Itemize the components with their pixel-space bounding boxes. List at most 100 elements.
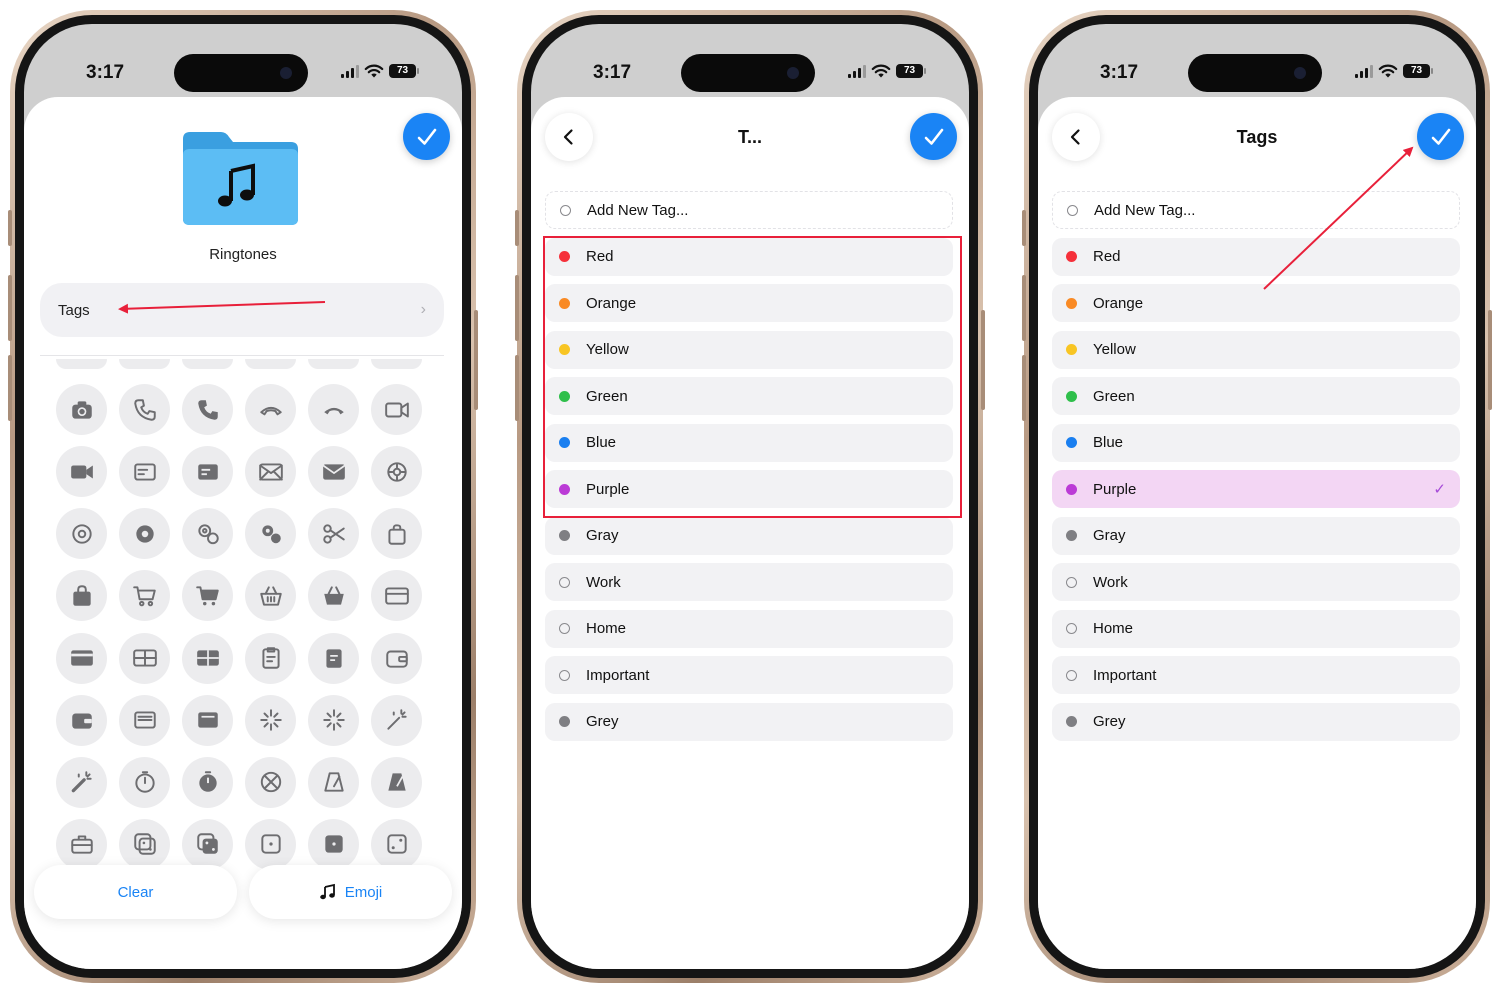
tag-row-important[interactable]: Important	[1052, 656, 1460, 694]
done-button[interactable]	[910, 113, 957, 160]
icon-option[interactable]	[245, 446, 296, 498]
tag-row-work[interactable]: Work	[545, 563, 953, 601]
icon-option[interactable]	[308, 570, 359, 622]
icon-option[interactable]	[182, 446, 233, 498]
clear-button[interactable]: Clear	[34, 865, 237, 919]
icon-option[interactable]	[245, 508, 296, 560]
clear-label: Clear	[117, 883, 154, 901]
music-folder-icon[interactable]	[179, 129, 301, 227]
icon-option[interactable]	[371, 508, 422, 560]
color-dot-icon	[1066, 716, 1077, 727]
tag-row-blue[interactable]: Blue	[1052, 423, 1460, 462]
icon-option[interactable]	[182, 384, 233, 435]
tag-row-red[interactable]: Red	[1052, 237, 1460, 276]
icon-option[interactable]	[182, 632, 233, 684]
done-button[interactable]	[403, 113, 450, 160]
volume-button	[8, 275, 12, 341]
icon-option[interactable]	[119, 818, 170, 870]
wifi-icon	[364, 64, 384, 78]
icon-option[interactable]	[308, 756, 359, 808]
icon-option[interactable]	[56, 694, 107, 746]
menucard-fill-icon	[197, 464, 218, 480]
dynamic-island	[681, 54, 815, 92]
icon-option[interactable]	[308, 694, 359, 746]
tag-row-important[interactable]: Important	[545, 656, 953, 694]
icon-option[interactable]	[308, 632, 359, 684]
tag-row-gray[interactable]: Gray	[1052, 516, 1460, 555]
icon-option[interactable]	[56, 632, 107, 684]
icon-option[interactable]	[119, 694, 170, 746]
icon-option[interactable]	[119, 570, 170, 622]
screen: 3:17 73 Ringtones Tags › Clear Emoji	[24, 24, 462, 969]
icon-option[interactable]	[245, 756, 296, 808]
icon-option[interactable]	[56, 818, 107, 870]
timer-icon	[134, 771, 155, 793]
icon-option[interactable]	[371, 756, 422, 808]
tag-row-grey[interactable]: Grey	[1052, 702, 1460, 741]
tag-row-yellow[interactable]: Yellow	[1052, 330, 1460, 369]
icon-option[interactable]	[119, 384, 170, 435]
tag-row-home[interactable]: Home	[545, 609, 953, 648]
volume-button	[1022, 275, 1026, 341]
tags-row[interactable]: Tags ›	[40, 283, 444, 337]
icon-option[interactable]	[245, 632, 296, 684]
icon-option[interactable]	[308, 818, 359, 870]
status-icons: 73	[341, 64, 419, 78]
icon-option[interactable]	[371, 632, 422, 684]
bag-icon	[387, 524, 406, 545]
sparkle-alt-icon	[322, 709, 345, 731]
icon-option[interactable]	[56, 384, 107, 435]
icon-option[interactable]	[119, 632, 170, 684]
icon-option[interactable]	[245, 818, 296, 870]
emoji-button[interactable]: Emoji	[249, 865, 452, 919]
icon-option[interactable]	[245, 384, 296, 435]
tag-label: Grey	[1093, 713, 1126, 730]
icon-option[interactable]	[371, 384, 422, 435]
tag-row-home[interactable]: Home	[1052, 609, 1460, 648]
gauge-icon	[260, 772, 281, 793]
icon-option[interactable]	[245, 694, 296, 746]
icon-option[interactable]	[371, 446, 422, 498]
tag-row-work[interactable]: Work	[1052, 563, 1460, 601]
icon-option[interactable]	[119, 508, 170, 560]
icon-option[interactable]	[308, 384, 359, 435]
icon-option[interactable]	[308, 446, 359, 498]
icon-option[interactable]	[119, 756, 170, 808]
icon-option[interactable]	[56, 756, 107, 808]
tag-row-gray[interactable]: Gray	[545, 516, 953, 555]
icon-option[interactable]	[371, 818, 422, 870]
add-new-tag-button[interactable]: Add New Tag...	[1052, 191, 1460, 229]
tag-row-grey[interactable]: Grey	[545, 702, 953, 741]
add-new-tag-button[interactable]: Add New Tag...	[545, 191, 953, 229]
icon-option[interactable]	[182, 508, 233, 560]
power-button	[1488, 310, 1492, 410]
tag-row-purple[interactable]: Purple ✓	[1052, 470, 1460, 508]
icon-option[interactable]	[182, 818, 233, 870]
icon-option[interactable]	[371, 570, 422, 622]
folder-name: Ringtones	[209, 246, 277, 263]
icon-option[interactable]	[245, 570, 296, 622]
icon-option[interactable]	[182, 694, 233, 746]
cellular-signal-icon	[848, 64, 866, 78]
icon-option[interactable]	[56, 570, 107, 622]
done-button[interactable]	[1417, 113, 1464, 160]
metronome-icon	[323, 772, 344, 792]
icon-option[interactable]	[308, 508, 359, 560]
circle-icon	[1066, 576, 1077, 588]
icon-option[interactable]	[182, 570, 233, 622]
icon-option[interactable]	[56, 508, 107, 560]
icon-option[interactable]	[182, 756, 233, 808]
tag-row-green[interactable]: Green	[1052, 377, 1460, 415]
creditcard-fill-icon	[70, 650, 93, 666]
icon-option[interactable]	[119, 446, 170, 498]
tag-row-orange[interactable]: Orange	[1052, 284, 1460, 322]
emoji-label: Emoji	[344, 883, 383, 901]
tag-label: Gray	[586, 527, 619, 544]
die-face-2-icon	[386, 834, 407, 855]
icon-option[interactable]	[371, 694, 422, 746]
gear-fill-icon	[135, 525, 154, 543]
envelope-fill-icon	[322, 464, 345, 480]
status-icons: 73	[848, 64, 926, 78]
wifi-icon	[1378, 64, 1398, 78]
icon-option[interactable]	[56, 446, 107, 498]
